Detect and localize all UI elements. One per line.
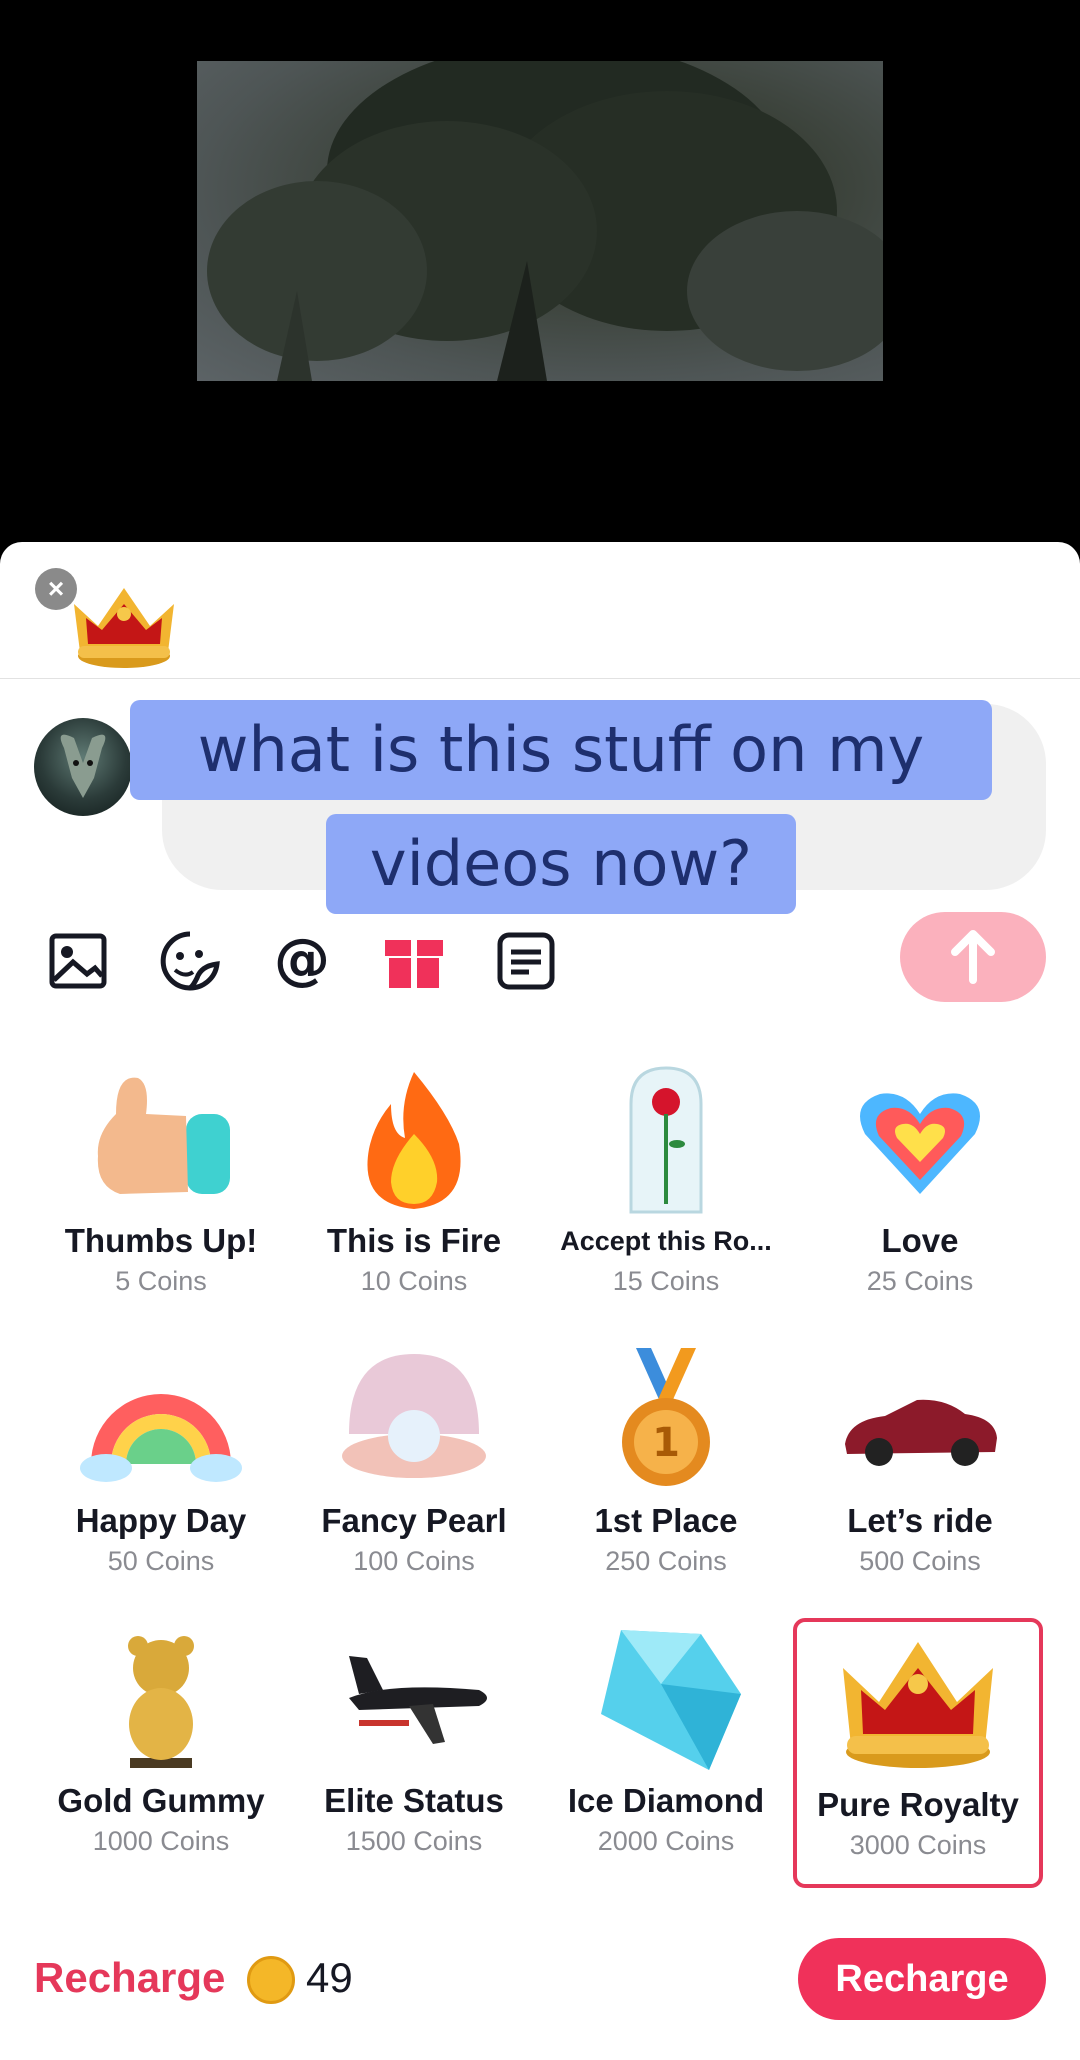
sports-car-icon: [845, 1399, 997, 1466]
text-template-icon[interactable]: [493, 928, 559, 994]
remove-attachment-button[interactable]: ×: [35, 568, 77, 610]
rainbow-icon: [80, 1394, 242, 1482]
coin-balance: 49: [306, 1954, 353, 2001]
mention-icon[interactable]: @: [269, 928, 335, 994]
diamond-icon: [601, 1630, 741, 1770]
gift-price: 50 Coins: [107, 1546, 215, 1576]
gift-price: 100 Coins: [353, 1546, 475, 1576]
sticker-icon[interactable]: [157, 928, 223, 994]
gift-name: Pure Royalty: [817, 1786, 1019, 1823]
tree-image: [207, 61, 883, 381]
coin-icon: [247, 1956, 295, 2004]
recharge-bar: Recharge 49 Recharge: [0, 1926, 1080, 2046]
private-jet-icon: [349, 1656, 487, 1744]
gift-name: Happy Day: [75, 1502, 247, 1539]
arrow-up-icon: [951, 930, 995, 984]
gift-name: Elite Status: [324, 1782, 504, 1819]
gift-icon[interactable]: [381, 928, 447, 994]
send-button[interactable]: [900, 912, 1046, 1002]
gift-name: Gold Gummy: [57, 1782, 265, 1819]
gift-price: 2000 Coins: [597, 1826, 735, 1856]
gift-name: Thumbs Up!: [64, 1222, 258, 1259]
gift-this-is-fire[interactable]: This is Fire 10 Coins: [289, 1058, 539, 1328]
gift-price: 1000 Coins: [92, 1826, 230, 1856]
pearl-shell-icon: [342, 1354, 486, 1478]
video-thumbnail: [197, 61, 883, 381]
gift-price: 3000 Coins: [849, 1830, 987, 1860]
gift-name: Fancy Pearl: [321, 1502, 507, 1539]
gift-gold-gummy[interactable]: Gold Gummy 1000 Coins: [36, 1618, 286, 1888]
heart-icon: [860, 1093, 980, 1194]
recharge-button[interactable]: Recharge: [798, 1938, 1046, 2020]
gift-name: 1st Place: [594, 1502, 738, 1539]
gift-price: 15 Coins: [612, 1266, 720, 1296]
video-player[interactable]: [0, 0, 1080, 542]
gift-name: Let’s ride: [847, 1502, 993, 1539]
gift-fancy-pearl[interactable]: Fancy Pearl 100 Coins: [289, 1338, 539, 1608]
recharge-link[interactable]: Recharge: [34, 1954, 225, 2002]
gift-thumbs-up[interactable]: Thumbs Up! 5 Coins: [36, 1058, 286, 1328]
medal-icon: 1: [622, 1348, 710, 1486]
crown-icon: [74, 588, 174, 668]
goat-avatar-icon: [60, 734, 106, 798]
thumbs-up-icon: [97, 1077, 230, 1194]
gift-price: 5 Coins: [115, 1266, 207, 1296]
gift-name: This is Fire: [326, 1222, 502, 1259]
attached-gift-preview: ×: [0, 542, 1080, 679]
gift-elite-status[interactable]: Elite Status 1500 Coins: [289, 1618, 539, 1888]
gift-price: 10 Coins: [360, 1266, 468, 1296]
gift-price: 25 Coins: [866, 1266, 974, 1296]
crown-icon: [843, 1642, 993, 1768]
gift-love[interactable]: Love 25 Coins: [795, 1058, 1045, 1328]
comment-sheet: × what is this stuff on my videos now? @…: [0, 542, 1080, 2060]
comment-composer: what is this stuff on my videos now?: [0, 700, 1080, 914]
comment-text-line-2[interactable]: videos now?: [326, 814, 796, 914]
gift-name: Accept this Ro...: [560, 1226, 772, 1256]
gift-happy-day[interactable]: Happy Day 50 Coins: [36, 1338, 286, 1608]
image-icon[interactable]: [45, 928, 111, 994]
gift-price: 250 Coins: [605, 1546, 727, 1576]
comment-text-line-1[interactable]: what is this stuff on my: [130, 700, 992, 800]
gift-price: 1500 Coins: [345, 1826, 483, 1856]
composer-toolbar: @: [0, 908, 1080, 1018]
gift-price: 500 Coins: [859, 1546, 981, 1576]
gift-name: Ice Diamond: [567, 1782, 765, 1819]
gift-name: Love: [881, 1222, 959, 1259]
gift-lets-ride[interactable]: Let’s ride 500 Coins: [795, 1338, 1045, 1608]
gift-1st-place[interactable]: 1 1st Place 250 Coins: [541, 1338, 791, 1608]
gold-bear-icon: [128, 1636, 194, 1768]
rose-dome-icon: [629, 1066, 703, 1214]
svg-text:1: 1: [652, 1420, 680, 1466]
fire-icon: [367, 1072, 461, 1209]
svg-text:@: @: [274, 928, 330, 992]
gift-accept-this-rose[interactable]: Accept this Ro... 15 Coins: [541, 1058, 791, 1328]
avatar[interactable]: [34, 718, 132, 816]
gift-pure-royalty[interactable]: Pure Royalty 3000 Coins: [793, 1618, 1043, 1888]
gift-ice-diamond[interactable]: Ice Diamond 2000 Coins: [541, 1618, 791, 1888]
